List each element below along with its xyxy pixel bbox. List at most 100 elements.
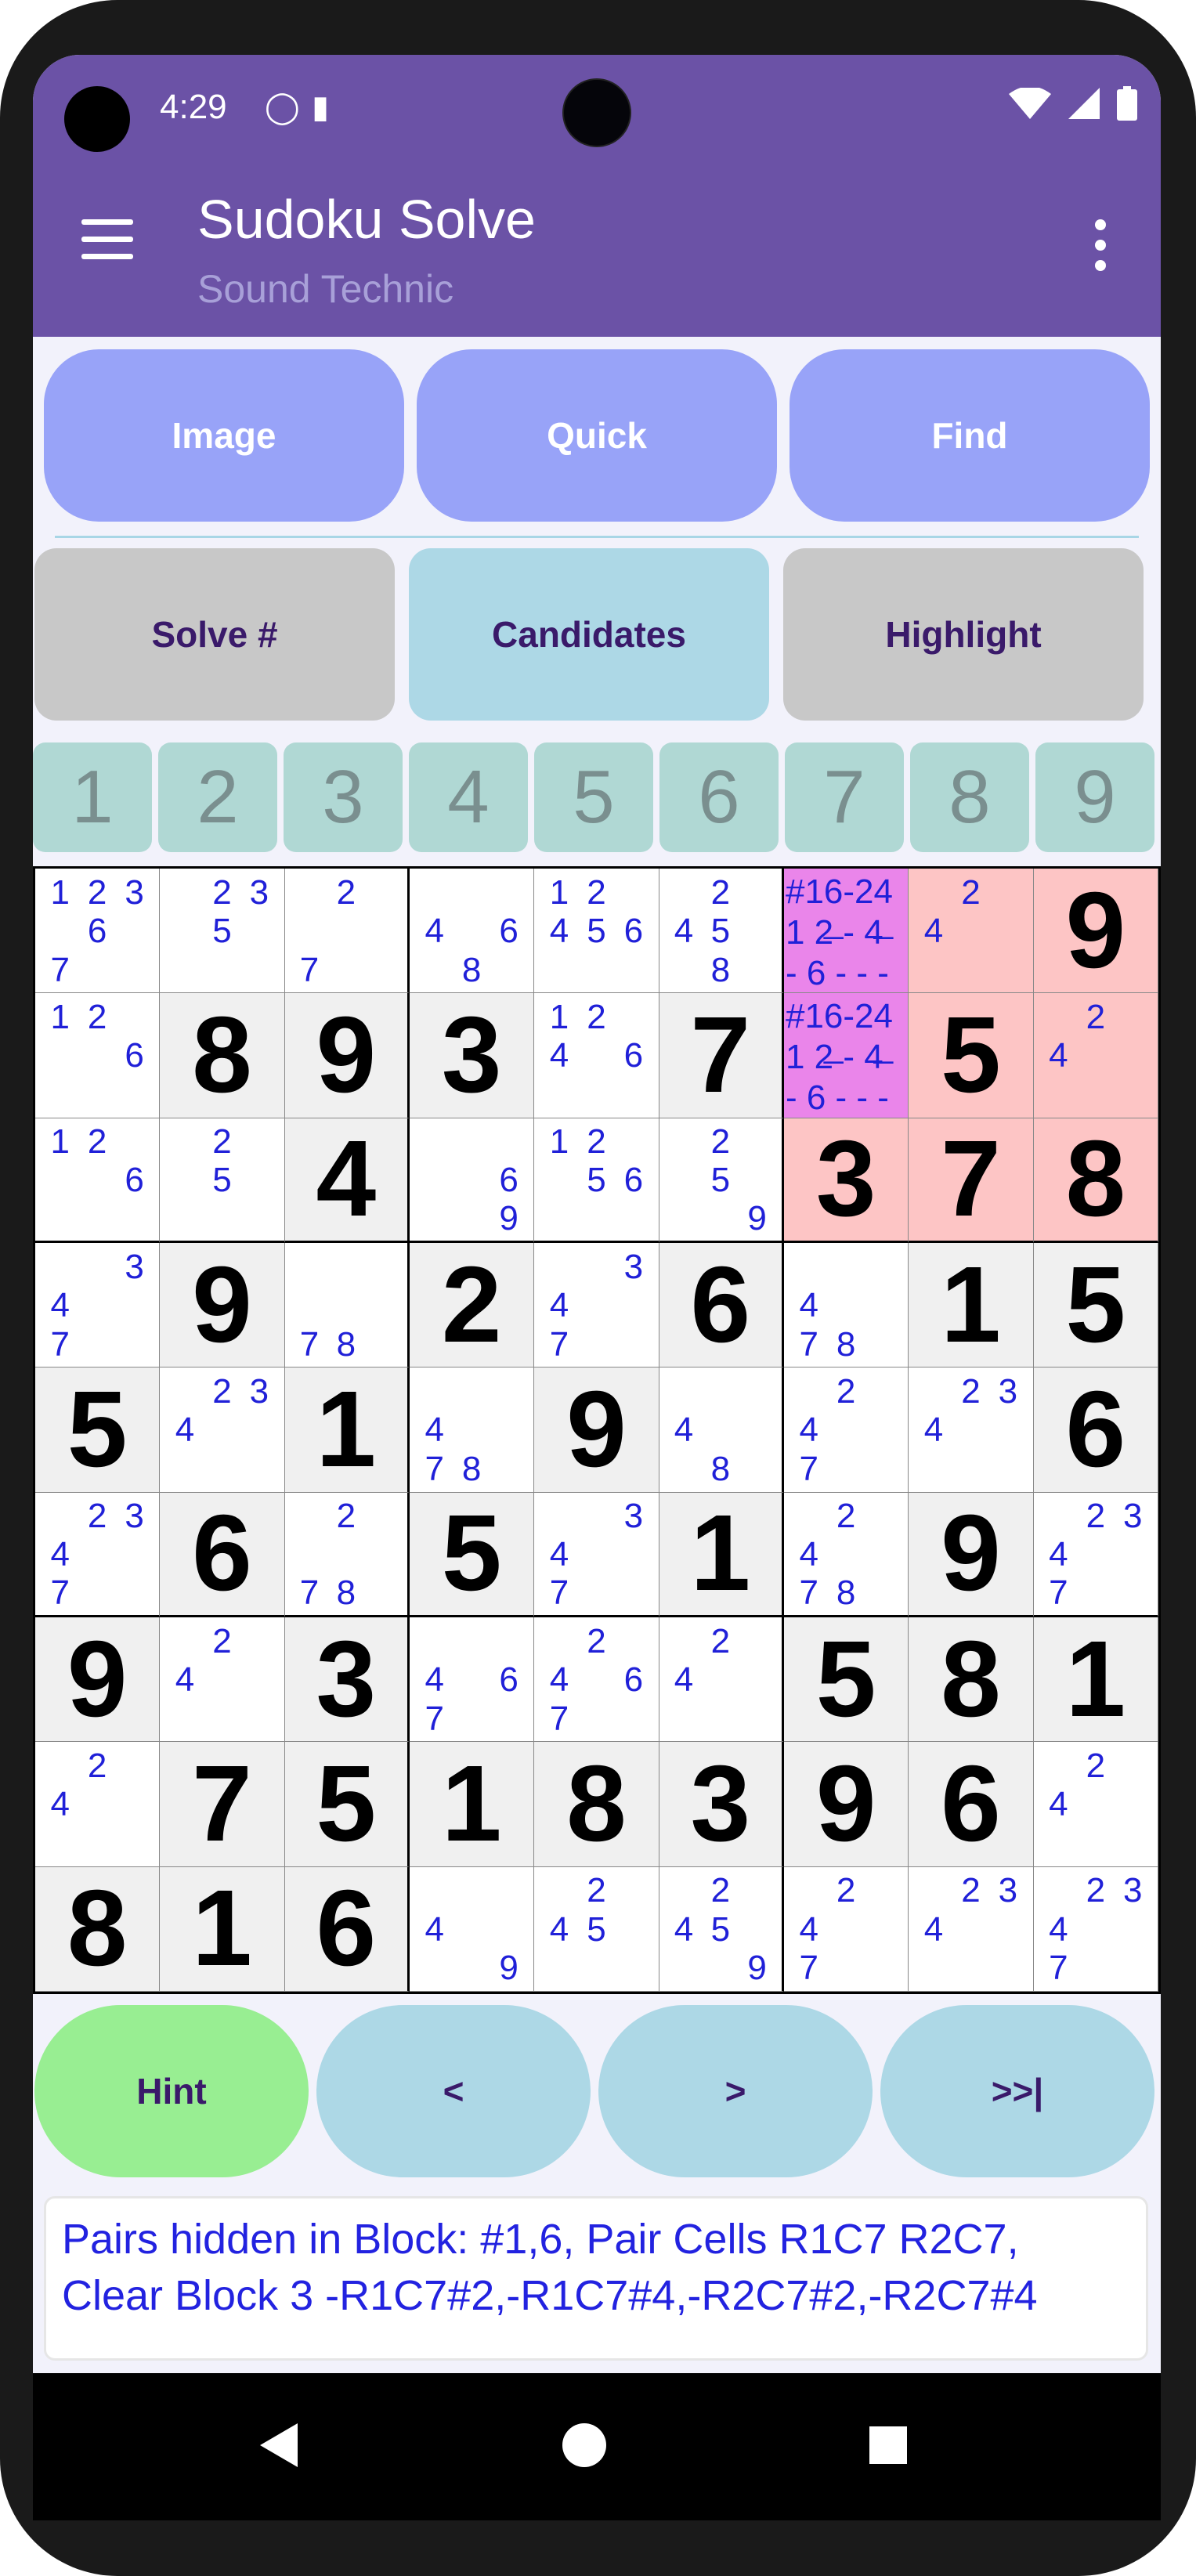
cell-r3c2[interactable]: 25 [160, 1118, 285, 1243]
cell-r8c1[interactable]: 24 [35, 1742, 161, 1867]
cell-r8c4[interactable]: 1 [409, 1742, 535, 1867]
cell-r9c3[interactable]: 6 [284, 1866, 410, 1992]
cell-r8c6[interactable]: 3 [659, 1742, 784, 1867]
recents-icon[interactable] [869, 2426, 907, 2464]
cell-r6c7[interactable]: 2478 [783, 1492, 909, 1617]
number-selector-4[interactable]: 4 [409, 742, 528, 852]
cell-r5c8[interactable]: 23 4 [909, 1367, 1034, 1493]
cell-r1c7[interactable]: #16-24 1 2̶ - 4̶ - 6 - - - [783, 869, 909, 994]
cell-r1c5[interactable]: 12456 [534, 869, 659, 994]
overflow-menu-icon[interactable] [1095, 219, 1106, 280]
cell-r2c9[interactable]: 24 [1033, 993, 1158, 1118]
cell-r7c4[interactable]: 4 6 7 [409, 1617, 535, 1743]
cell-r8c9[interactable]: 24 [1033, 1742, 1158, 1867]
cell-r2c3[interactable]: 9 [284, 993, 410, 1118]
cell-r1c8[interactable]: 24 [909, 869, 1034, 994]
number-selector-7[interactable]: 7 [785, 742, 904, 852]
cell-r3c1[interactable]: 126 [35, 1118, 161, 1243]
cell-r4c6[interactable]: 6 [659, 1242, 784, 1368]
cell-r8c3[interactable]: 5 [284, 1742, 410, 1867]
highlight-button[interactable]: Highlight [783, 548, 1144, 721]
number-selector-5[interactable]: 5 [534, 742, 653, 852]
number-selector-8[interactable]: 8 [910, 742, 1029, 852]
cell-r2c1[interactable]: 126 [35, 993, 161, 1118]
next-step-button[interactable]: > [598, 2005, 873, 2177]
cell-r6c8[interactable]: 9 [909, 1492, 1034, 1617]
cell-r1c9[interactable]: 9 [1033, 869, 1158, 994]
home-icon[interactable] [562, 2423, 606, 2467]
cell-r3c4[interactable]: 69 [409, 1118, 535, 1243]
cell-r1c6[interactable]: 2458 [659, 869, 784, 994]
number-selector-2[interactable]: 2 [158, 742, 277, 852]
cell-r7c6[interactable]: 24 [659, 1617, 784, 1743]
cell-r5c2[interactable]: 23 4 [160, 1367, 285, 1493]
cell-r4c3[interactable]: 78 [284, 1242, 410, 1368]
cell-r8c8[interactable]: 6 [909, 1742, 1034, 1867]
cell-r1c3[interactable]: 27 [284, 869, 410, 994]
cell-r8c5[interactable]: 8 [534, 1742, 659, 1867]
cell-r9c7[interactable]: 247 [783, 1866, 909, 1992]
number-selector-1[interactable]: 1 [33, 742, 152, 852]
number-selector-9[interactable]: 9 [1035, 742, 1154, 852]
cell-r2c5[interactable]: 124 6 [534, 993, 659, 1118]
cell-r6c9[interactable]: 23 47 [1033, 1492, 1158, 1617]
cell-r7c1[interactable]: 9 [35, 1617, 161, 1743]
cell-r6c2[interactable]: 6 [160, 1492, 285, 1617]
cell-r6c6[interactable]: 1 [659, 1492, 784, 1617]
cell-r3c5[interactable]: 1256 [534, 1118, 659, 1243]
cell-r4c1[interactable]: 3 47 [35, 1242, 161, 1368]
number-selector-3[interactable]: 3 [284, 742, 403, 852]
cell-r3c7[interactable]: 3 [783, 1118, 909, 1243]
cell-r6c4[interactable]: 5 [409, 1492, 535, 1617]
image-button[interactable]: Image [44, 349, 404, 522]
cell-r6c5[interactable]: 3 47 [534, 1492, 659, 1617]
cell-r4c8[interactable]: 1 [909, 1242, 1034, 1368]
cell-r1c2[interactable]: 235 [160, 869, 285, 994]
cell-r4c9[interactable]: 5 [1033, 1242, 1158, 1368]
last-step-button[interactable]: >>| [880, 2005, 1154, 2177]
cell-r5c9[interactable]: 6 [1033, 1367, 1158, 1493]
cell-r7c7[interactable]: 5 [783, 1617, 909, 1743]
cell-r9c8[interactable]: 23 4 [909, 1866, 1034, 1992]
cell-r9c9[interactable]: 23 47 [1033, 1866, 1158, 1992]
cell-r5c6[interactable]: 48 [659, 1367, 784, 1493]
cell-r8c7[interactable]: 9 [783, 1742, 909, 1867]
cell-r5c3[interactable]: 1 [284, 1367, 410, 1493]
cell-r5c1[interactable]: 5 [35, 1367, 161, 1493]
cell-r3c8[interactable]: 7 [909, 1118, 1034, 1243]
cell-r4c5[interactable]: 3 47 [534, 1242, 659, 1368]
hint-button[interactable]: Hint [34, 2005, 309, 2177]
cell-r7c5[interactable]: 24 6 7 [534, 1617, 659, 1743]
cell-r5c5[interactable]: 9 [534, 1367, 659, 1493]
cell-r4c7[interactable]: 478 [783, 1242, 909, 1368]
cell-r7c9[interactable]: 1 [1033, 1617, 1158, 1743]
number-selector-6[interactable]: 6 [659, 742, 779, 852]
cell-r3c6[interactable]: 259 [659, 1118, 784, 1243]
cell-r9c1[interactable]: 8 [35, 1866, 161, 1992]
solve-number-button[interactable]: Solve # [34, 548, 395, 721]
cell-r5c4[interactable]: 478 [409, 1367, 535, 1493]
cell-r7c8[interactable]: 8 [909, 1617, 1034, 1743]
cell-r7c3[interactable]: 3 [284, 1617, 410, 1743]
cell-r9c4[interactable]: 49 [409, 1866, 535, 1992]
cell-r8c2[interactable]: 7 [160, 1742, 285, 1867]
cell-r2c8[interactable]: 5 [909, 993, 1034, 1118]
cell-r2c4[interactable]: 3 [409, 993, 535, 1118]
previous-step-button[interactable]: < [316, 2005, 591, 2177]
cell-r2c7[interactable]: #16-24 1 2̶ - 4̶ - 6 - - - [783, 993, 909, 1118]
cell-r3c3[interactable]: 4 [284, 1118, 410, 1243]
cell-r9c2[interactable]: 1 [160, 1866, 285, 1992]
cell-r6c3[interactable]: 278 [284, 1492, 410, 1617]
quick-button[interactable]: Quick [417, 349, 777, 522]
cell-r5c7[interactable]: 247 [783, 1367, 909, 1493]
cell-r9c6[interactable]: 2459 [659, 1866, 784, 1992]
cell-r2c2[interactable]: 8 [160, 993, 285, 1118]
cell-r1c4[interactable]: 4 68 [409, 869, 535, 994]
cell-r2c6[interactable]: 7 [659, 993, 784, 1118]
cell-r1c1[interactable]: 12367 [35, 869, 161, 994]
hamburger-menu-icon[interactable] [81, 219, 133, 260]
cell-r9c5[interactable]: 245 [534, 1866, 659, 1992]
cell-r3c9[interactable]: 8 [1033, 1118, 1158, 1243]
cell-r4c4[interactable]: 2 [409, 1242, 535, 1368]
cell-r4c2[interactable]: 9 [160, 1242, 285, 1368]
